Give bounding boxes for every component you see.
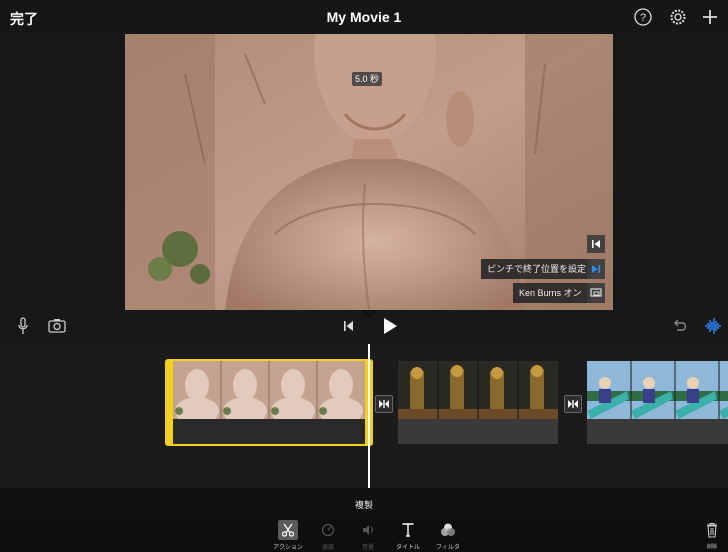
ken-burns-label: Ken Burns オン [513,283,591,303]
tool-speed[interactable]: 速度 [308,518,348,552]
pinch-hint-label: ピンチで終了位置を設定 [481,259,591,279]
playhead-line[interactable] [368,344,370,488]
transition-icon [379,400,389,408]
project-title: My Movie 1 [326,9,402,25]
buddha-clip-thumbnails [173,361,365,419]
top-bar: 完了 My Movie 1 ? [0,0,728,34]
filter-circles-icon [441,523,455,536]
tool-actions-label: アクション [273,545,303,551]
statues-clip-thumbnails [398,361,558,419]
statues-clip-audio-strip [398,419,558,444]
settings-gear-icon[interactable] [668,7,688,27]
tool-filters[interactable]: フィルタ [428,518,468,552]
set-start-button[interactable] [587,235,605,253]
undo-icon[interactable] [672,318,688,334]
ken-burns-toggle[interactable] [587,283,605,303]
transition-button[interactable] [375,395,393,413]
tool-filters-label: フィルタ [436,545,460,551]
scissors-icon [281,523,295,537]
duration-badge: 5.0 秒 [352,72,382,86]
transition-icon [568,400,578,408]
speedometer-icon [321,523,335,537]
end-position-icon [592,265,601,273]
ken-burns-icon [590,288,602,297]
tool-volume-label: 音量 [361,545,374,551]
tool-speed-label: 速度 [321,545,334,551]
playhead-marker-icon [360,310,378,319]
delete-label: 削除 [706,544,717,550]
tool-titles-label: タイトル [395,545,420,551]
start-position-icon [592,240,600,248]
camera-icon[interactable] [48,318,66,333]
timeline[interactable] [0,344,728,488]
people-clip-thumbnails [587,361,728,419]
title-t-icon [402,523,414,537]
help-icon[interactable]: ? [633,7,653,27]
tool-actions[interactable]: アクション [268,518,308,552]
edit-toolbar: アクション 速度 音量 タイトル フィルタ 削除 [0,518,728,552]
skip-to-start-icon[interactable] [343,319,355,333]
duplicate-action-label[interactable]: 複製 [0,498,728,511]
statues-clip[interactable] [398,361,558,444]
playback-control-bar [0,310,728,344]
microphone-icon[interactable] [17,317,29,335]
transition-button[interactable] [564,395,582,413]
trash-icon [707,522,717,538]
people-clip-audio-strip [587,419,728,444]
action-label-bar: 複製 [0,488,728,518]
video-preview-area: 5.0 秒 ピンチで終了位置を設定 Ken Burns オン [0,34,728,310]
tool-volume[interactable]: 音量 [348,518,388,552]
add-plus-icon[interactable] [700,7,720,27]
speaker-icon [363,525,374,535]
play-icon[interactable] [382,317,398,335]
svg-text:?: ? [640,12,646,24]
audio-waveform-icon[interactable] [704,317,722,335]
buddha-clip[interactable] [165,359,373,446]
tool-titles[interactable]: タイトル [388,518,428,552]
set-end-button[interactable] [587,259,605,279]
people-clip[interactable] [587,361,728,444]
delete-button[interactable]: 削除 [696,518,728,552]
